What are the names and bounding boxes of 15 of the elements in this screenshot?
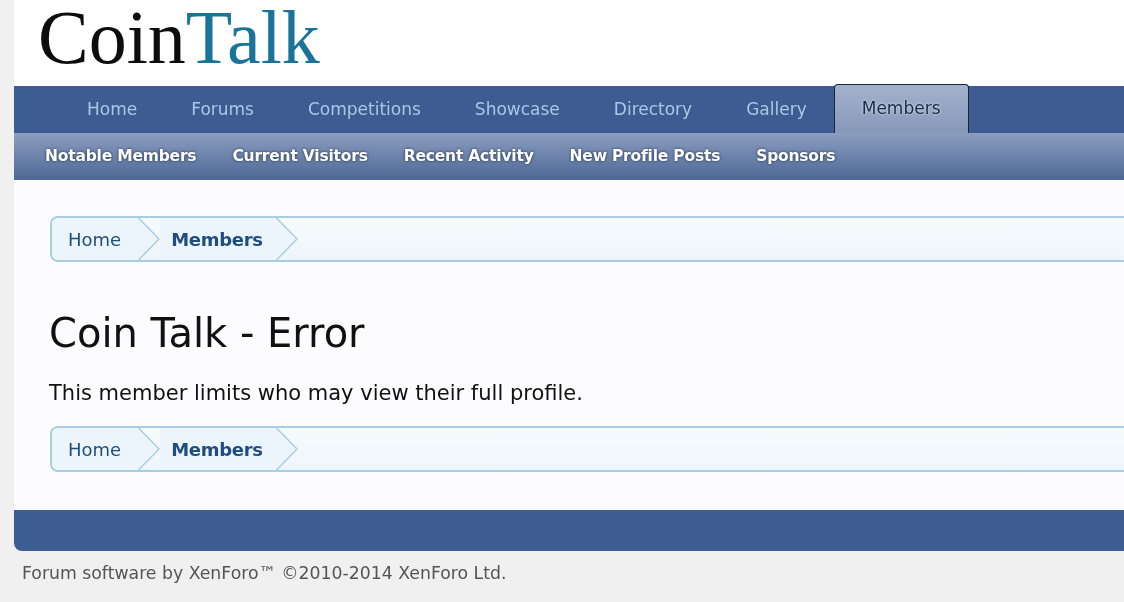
sub-nav-link[interactable]: Recent Activity [385, 144, 552, 169]
nav-tab[interactable]: Home [60, 86, 165, 133]
sub-nav-link[interactable]: Current Visitors [214, 144, 386, 169]
sub-nav-link[interactable]: New Profile Posts [551, 144, 739, 169]
page-title: Coin Talk - Error [49, 310, 365, 356]
sub-nav-link[interactable]: Sponsors [738, 144, 854, 169]
nav-tab[interactable]: Showcase [447, 86, 587, 133]
error-message: This member limits who may view their full profile. [49, 380, 583, 406]
nav-tab[interactable]: Forums [164, 86, 281, 133]
nav-tab[interactable]: Gallery [719, 86, 834, 133]
nav-tab[interactable]: Directory [586, 86, 720, 133]
nav-tab[interactable]: Competitions [280, 86, 448, 133]
sub-nav-link[interactable]: Notable Members [27, 144, 215, 169]
footer-text: Forum software by XenForo™ ©2010-2014 XenForo Ltd. [21, 562, 507, 585]
nav-tab[interactable]: Members [833, 84, 969, 133]
